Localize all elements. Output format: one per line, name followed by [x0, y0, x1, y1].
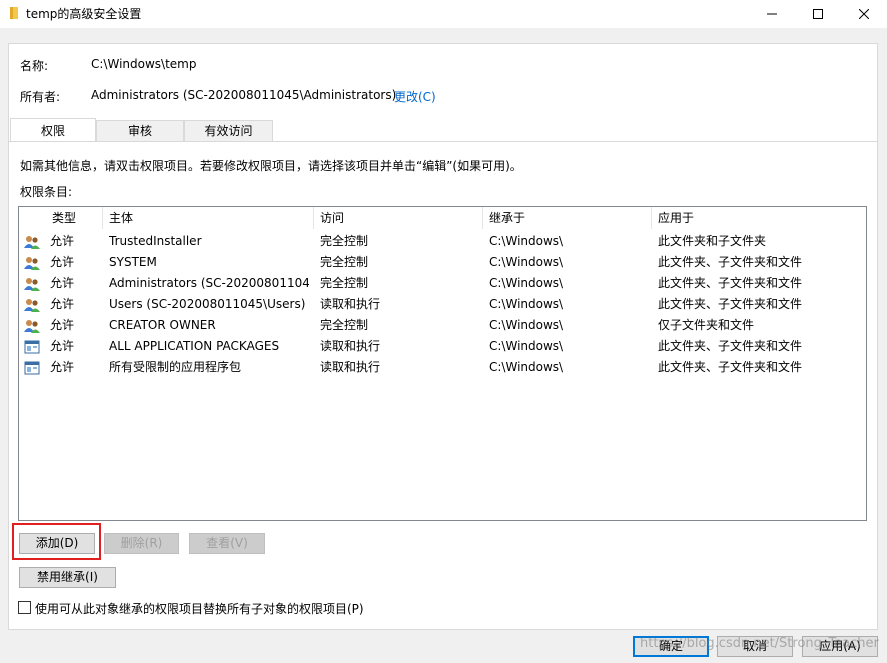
access-cell: 完全控制: [320, 318, 369, 332]
owner-value: Administrators (SC-202008011045\Administ…: [91, 88, 397, 102]
watermark-text: https://blog.csdn.net/Strong_Teacher: [640, 636, 879, 651]
type-cell: 允许: [50, 276, 75, 290]
replace-child-permissions-checkbox[interactable]: [18, 601, 31, 614]
column-header-applies-to[interactable]: 应用于: [652, 207, 866, 229]
type-cell: 允许: [50, 255, 75, 269]
type-cell: 允许: [50, 234, 75, 248]
maximize-icon: [813, 9, 823, 19]
table-row[interactable]: 允许 CREATOR OWNER 完全控制 C:\Windows\ 仅子文件夹和文件: [19, 315, 866, 336]
access-cell: 读取和执行: [320, 297, 381, 311]
table-row[interactable]: 允许 SYSTEM 完全控制 C:\Windows\ 此文件夹、子文件夹和文件: [19, 252, 866, 273]
replace-child-permissions-label: 使用可从此对象继承的权限项目替换所有子对象的权限项目(P): [35, 602, 364, 616]
column-header-principal[interactable]: 主体: [103, 207, 314, 229]
tab-auditing[interactable]: 审核: [96, 120, 184, 141]
inherited-from-cell: C:\Windows\: [489, 360, 564, 374]
minimize-button[interactable]: [749, 0, 795, 28]
tab-permissions[interactable]: 权限: [10, 118, 96, 141]
applies-to-cell: 此文件夹、子文件夹和文件: [658, 255, 803, 269]
column-header-access[interactable]: 访问: [314, 207, 483, 229]
applies-to-cell: 此文件夹、子文件夹和文件: [658, 276, 803, 290]
disable-inheritance-button[interactable]: 禁用继承(I): [19, 567, 116, 588]
app-package-icon: [24, 340, 40, 354]
principal-cell: ALL APPLICATION PACKAGES: [109, 339, 280, 353]
type-cell: 允许: [50, 360, 75, 374]
table-row[interactable]: 允许 所有受限制的应用程序包 读取和执行 C:\Windows\ 此文件夹、子文件夹和文…: [19, 357, 866, 378]
change-owner-link[interactable]: 更改(C): [394, 88, 436, 105]
access-cell: 读取和执行: [320, 360, 381, 374]
tab-divider: [8, 141, 877, 142]
principal-cell: CREATOR OWNER: [109, 318, 216, 332]
inherited-from-cell: C:\Windows\: [489, 318, 564, 332]
inherited-from-cell: C:\Windows\: [489, 297, 564, 311]
app-package-icon: [24, 361, 40, 375]
type-cell: 允许: [50, 318, 75, 332]
add-button[interactable]: 添加(D): [19, 533, 95, 554]
users-icon: [24, 299, 40, 312]
folder-icon: [10, 7, 18, 19]
table-row[interactable]: 允许 TrustedInstaller 完全控制 C:\Windows\ 此文件夹和子文…: [19, 231, 866, 252]
access-cell: 完全控制: [320, 255, 369, 269]
applies-to-cell: 此文件夹、子文件夹和文件: [658, 339, 803, 353]
users-icon: [24, 278, 40, 291]
name-value: C:\Windows\temp: [91, 57, 197, 71]
principal-cell: 所有受限制的应用程序包: [109, 360, 242, 374]
minimize-icon: [767, 13, 777, 15]
maximize-button[interactable]: [795, 0, 841, 28]
principal-cell: Users (SC-202008011045\Users): [109, 297, 306, 311]
name-label: 名称:: [20, 59, 49, 73]
applies-to-cell: 此文件夹和子文件夹: [658, 234, 767, 248]
applies-to-cell: 仅子文件夹和文件: [658, 318, 755, 332]
close-button[interactable]: [841, 0, 887, 28]
type-cell: 允许: [50, 339, 75, 353]
access-cell: 完全控制: [320, 234, 369, 248]
remove-button[interactable]: 删除(R): [104, 533, 179, 554]
table-row[interactable]: 允许 ALL APPLICATION PACKAGES 读取和执行 C:\Window…: [19, 336, 866, 357]
permission-entries-list[interactable]: 类型 主体 访问 继承于 应用于 允许 TrustedInstaller 完全控制 C…: [18, 206, 867, 521]
view-button[interactable]: 查看(V): [189, 533, 265, 554]
column-header-type[interactable]: 类型: [46, 207, 103, 229]
inherited-from-cell: C:\Windows\: [489, 234, 564, 248]
tab-effective-access[interactable]: 有效访问: [184, 120, 273, 141]
column-header-inherited-from[interactable]: 继承于: [483, 207, 652, 229]
window-title: temp的高级安全设置: [26, 7, 142, 21]
access-cell: 读取和执行: [320, 339, 381, 353]
applies-to-cell: 此文件夹、子文件夹和文件: [658, 360, 803, 374]
permission-entries-label: 权限条目:: [20, 185, 73, 199]
table-row[interactable]: 允许 Users (SC-202008011045\Users) 读取和执行 C:\W…: [19, 294, 866, 315]
owner-label: 所有者:: [20, 90, 61, 104]
users-icon: [24, 320, 40, 333]
table-row[interactable]: 允许 Administrators (SC-202008011045... 完全控制…: [19, 273, 866, 294]
inherited-from-cell: C:\Windows\: [489, 255, 564, 269]
principal-cell: TrustedInstaller: [109, 234, 202, 248]
instructions-text: 如需其他信息，请双击权限项目。若要修改权限项目，请选择该项目并单击“编辑”(如果…: [20, 159, 522, 173]
users-icon: [24, 257, 40, 270]
title-bar: temp的高级安全设置: [0, 0, 887, 28]
users-icon: [24, 236, 40, 249]
inherited-from-cell: C:\Windows\: [489, 276, 564, 290]
access-cell: 完全控制: [320, 276, 369, 290]
type-cell: 允许: [50, 297, 75, 311]
principal-cell: SYSTEM: [109, 255, 157, 269]
applies-to-cell: 此文件夹、子文件夹和文件: [658, 297, 803, 311]
principal-cell: Administrators (SC-202008011045...: [109, 276, 309, 290]
inherited-from-cell: C:\Windows\: [489, 339, 564, 353]
close-icon: [859, 9, 869, 19]
